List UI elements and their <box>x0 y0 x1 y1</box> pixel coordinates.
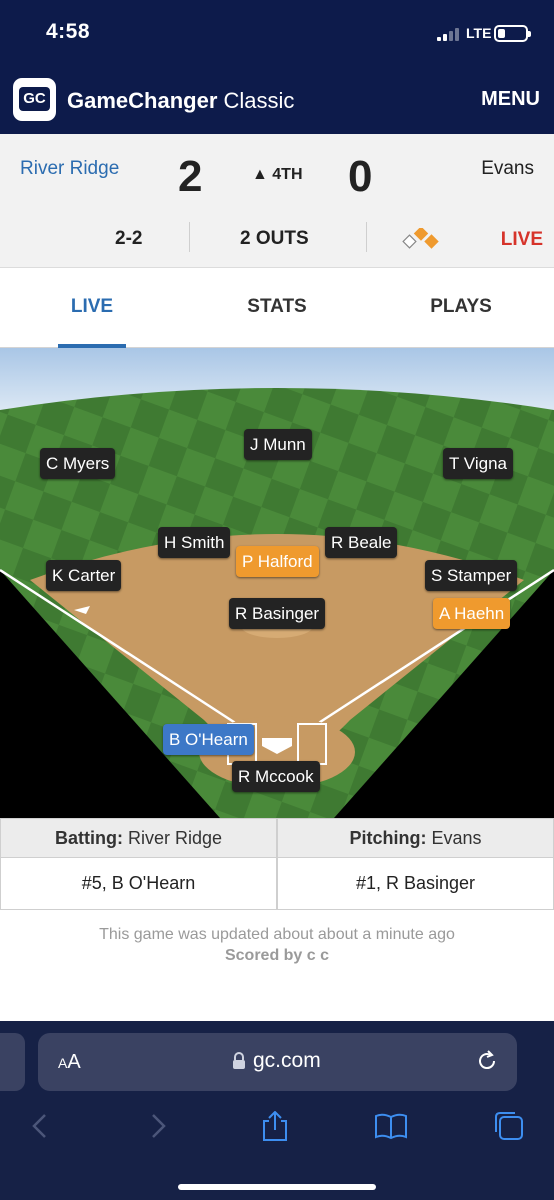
baseball-field: J Munn C Myers T Vigna H Smith R Beale P… <box>0 348 554 818</box>
batter[interactable]: B O'Hearn <box>163 724 254 755</box>
previous-tab-edge[interactable] <box>0 1033 25 1091</box>
tab-stats[interactable]: STATS <box>230 296 324 318</box>
logo-text: GC <box>19 87 50 111</box>
app-root: 4:58 LTE GC GameChanger Classic MENU Riv… <box>0 0 554 1200</box>
forward-icon[interactable] <box>140 1111 174 1141</box>
divider <box>189 222 190 252</box>
fielder-third-base[interactable]: K Carter <box>46 560 122 591</box>
brand-rest: Classic <box>223 88 295 113</box>
matchup-table: Batting: River Ridge Pitching: Evans #5,… <box>0 818 554 910</box>
pitching-header: Pitching: Evans <box>277 818 554 858</box>
aa-large: A <box>67 1051 81 1073</box>
battery-icon <box>494 25 531 42</box>
url-text[interactable]: gc.com <box>253 1049 321 1073</box>
catcher[interactable]: R Mccook <box>232 761 320 792</box>
runner-second-base[interactable]: P Halford <box>236 546 319 577</box>
tab-bar: LIVE STATS PLAYS <box>0 268 554 348</box>
bases-diamond-icon <box>402 228 439 249</box>
status-time: 4:58 <box>46 20 91 43</box>
back-icon[interactable] <box>24 1111 58 1141</box>
fielder-center-field[interactable]: J Munn <box>244 429 312 460</box>
fielder-first-base[interactable]: S Stamper <box>425 560 518 591</box>
second-base-icon <box>413 228 429 241</box>
current-pitcher[interactable]: #1, R Basinger <box>277 858 554 910</box>
pitcher[interactable]: R Basinger <box>229 598 326 629</box>
reload-icon[interactable] <box>475 1049 499 1073</box>
browser-toolbar: AA gc.com <box>0 1021 554 1200</box>
battery-level <box>498 29 505 38</box>
fielder-second-base[interactable]: R Beale <box>325 527 398 558</box>
batting-team: River Ridge <box>127 828 223 848</box>
current-batter[interactable]: #5, B O'Hearn <box>0 858 277 910</box>
app-header: GC GameChanger Classic MENU <box>0 70 554 134</box>
share-icon[interactable] <box>258 1111 292 1141</box>
menu-button[interactable]: MENU <box>481 88 540 111</box>
batting-label: Batting: <box>54 828 123 848</box>
pitching-label: Pitching: <box>349 828 427 848</box>
fielder-right-field[interactable]: T Vigna <box>443 448 513 479</box>
home-team-name[interactable]: Evans <box>481 158 534 180</box>
tab-plays[interactable]: PLAYS <box>414 296 508 318</box>
away-score: 2 <box>178 152 203 201</box>
outs-count: 2 OUTS <box>240 228 309 249</box>
batting-header: Batting: River Ridge <box>0 818 277 858</box>
bookmarks-icon[interactable] <box>374 1111 408 1141</box>
tabs-icon[interactable] <box>492 1111 526 1141</box>
brand-bold: GameChanger <box>67 88 218 113</box>
lock-icon <box>233 1052 245 1069</box>
fielder-shortstop[interactable]: H Smith <box>158 527 231 558</box>
live-status-badge: LIVE <box>500 229 543 250</box>
ball-strike-count: 2-2 <box>115 228 143 249</box>
home-score: 0 <box>348 152 373 201</box>
third-base-icon <box>402 234 417 249</box>
network-type: LTE <box>466 25 492 41</box>
updated-notice: This game was updated about about a minu… <box>99 926 455 943</box>
scoreboard: River Ridge 2 ▲ 4TH 0 Evans 2-2 2 OUTS L… <box>0 134 554 268</box>
gamechanger-logo[interactable]: GC <box>13 78 56 121</box>
fielder-left-field[interactable]: C Myers <box>40 448 116 479</box>
home-indicator <box>178 1184 376 1190</box>
aa-small: A <box>58 1055 68 1071</box>
cellular-signal-icon <box>437 27 463 41</box>
status-bar: 4:58 LTE <box>0 0 554 70</box>
first-base-icon <box>424 234 439 249</box>
brand-title: GameChanger Classic <box>67 88 294 114</box>
runner-first-base[interactable]: A Haehn <box>433 598 511 629</box>
tab-live[interactable]: LIVE <box>58 296 126 318</box>
pitching-team: Evans <box>431 828 482 848</box>
scored-by: Scored by c c <box>224 947 330 964</box>
reader-settings-button[interactable]: AA <box>58 1051 81 1074</box>
divider <box>366 222 367 252</box>
inning-indicator: ▲ 4TH <box>252 166 303 183</box>
address-bar[interactable]: AA gc.com <box>38 1033 517 1091</box>
away-team-name[interactable]: River Ridge <box>20 158 119 180</box>
